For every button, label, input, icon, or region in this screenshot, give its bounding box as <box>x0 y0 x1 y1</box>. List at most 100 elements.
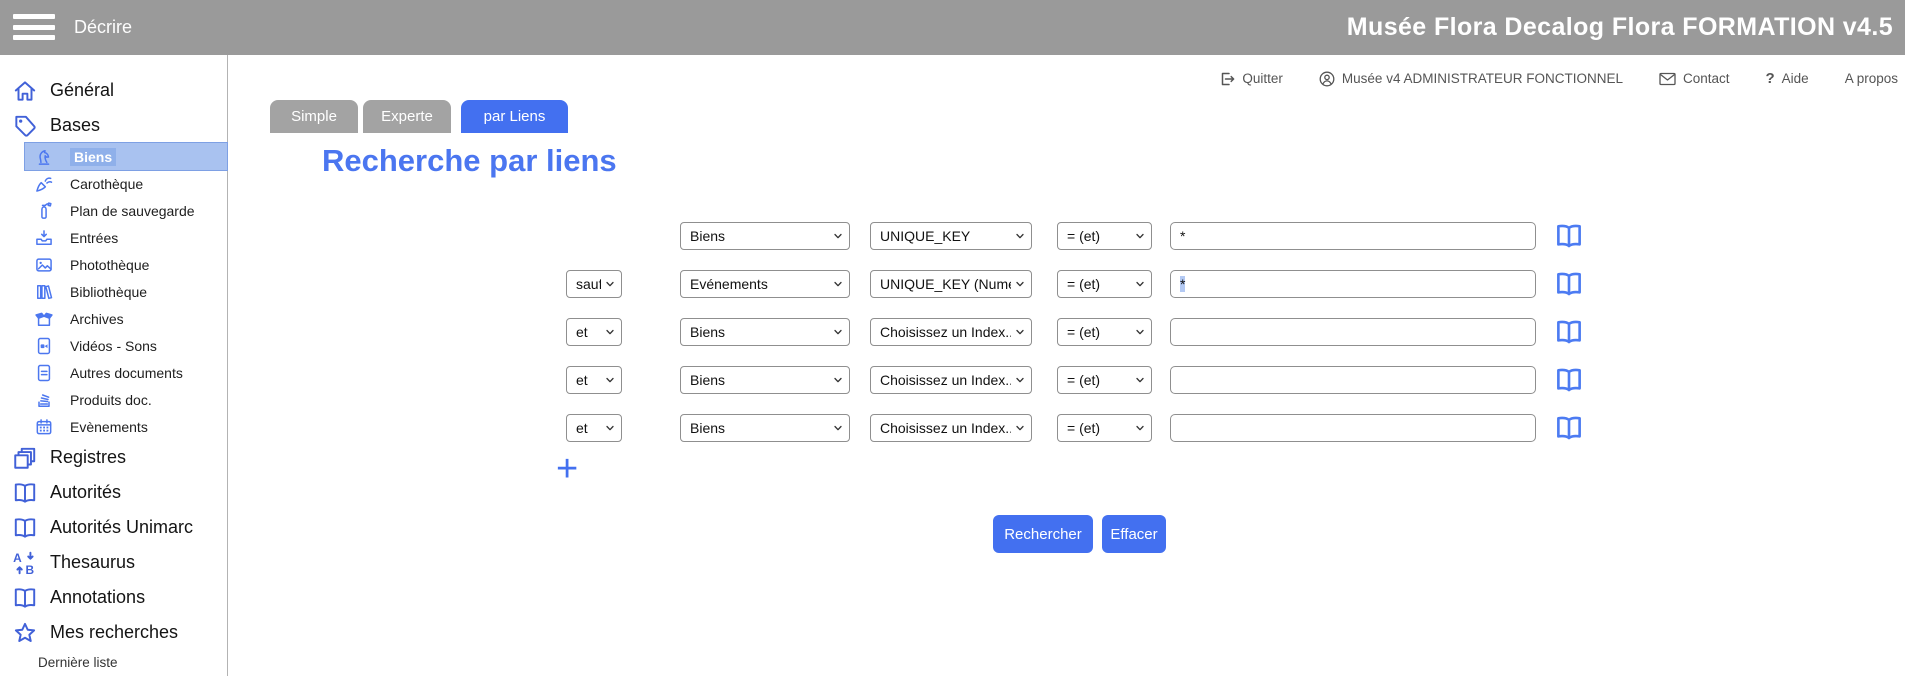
add-row-button[interactable]: + <box>556 450 578 488</box>
app-header: Décrire Musée Flora Decalog Flora FORMAT… <box>0 0 1905 55</box>
chevron-down-icon <box>605 375 615 385</box>
entity-select[interactable]: Biens <box>680 414 850 442</box>
index-lookup-book-icon[interactable] <box>1552 365 1586 395</box>
operator-select[interactable]: et <box>566 414 622 442</box>
entity-select-value: Biens <box>690 324 829 340</box>
apropos-label: A propos <box>1845 71 1898 86</box>
sidebar-item-annotations[interactable]: Annotations <box>0 580 227 615</box>
chevron-down-icon <box>833 231 843 241</box>
user-label: Musée v4 ADMINISTRATEUR FONCTIONNEL <box>1342 71 1623 86</box>
user-icon <box>1319 71 1335 87</box>
operator-select[interactable]: et <box>566 366 622 394</box>
index-select-value: UNIQUE_KEY <box>880 228 1011 244</box>
page-title: Recherche par liens <box>322 143 617 179</box>
sidebar-item-registres[interactable]: Registres <box>0 440 227 475</box>
operator-select-value: et <box>576 372 601 388</box>
envelope-icon <box>1659 72 1676 86</box>
svg-text:A: A <box>13 550 22 564</box>
aide-link[interactable]: ? Aide <box>1766 70 1809 87</box>
index-select[interactable]: Choisissez un Index... <box>870 414 1032 442</box>
chevron-down-icon <box>833 279 843 289</box>
hamburger-menu-icon[interactable] <box>13 14 55 46</box>
comparator-select[interactable]: = (et) <box>1057 318 1152 346</box>
sidebar-item-biens[interactable]: Biens <box>25 143 227 170</box>
operator-select[interactable]: et <box>566 318 622 346</box>
tab-par-liens[interactable]: par Liens <box>461 100 568 133</box>
search-value-input[interactable] <box>1170 366 1536 394</box>
index-select[interactable]: UNIQUE_KEY (Numérique) <box>870 270 1032 298</box>
open-book-icon <box>12 515 38 541</box>
open-book-icon <box>12 480 38 506</box>
index-select[interactable]: UNIQUE_KEY <box>870 222 1032 250</box>
entity-select-value: Biens <box>690 372 829 388</box>
sidebar-item-autorites[interactable]: Autorités <box>0 475 227 510</box>
chevron-down-icon <box>833 327 843 337</box>
sidebar-item-general[interactable]: Général <box>0 73 227 108</box>
search-value-input[interactable] <box>1170 318 1536 346</box>
index-select[interactable]: Choisissez un Index... <box>870 366 1032 394</box>
search-criteria-row: et Biens Choisissez un Index... = (et) <box>0 318 1905 346</box>
sidebar-item-derniere-liste[interactable]: Dernière liste <box>0 650 227 675</box>
comparator-select[interactable]: = (et) <box>1057 414 1152 442</box>
chevron-down-icon <box>605 423 615 433</box>
sidebar-item-bases[interactable]: Bases <box>0 108 227 143</box>
search-mode-tabs: SimpleExperte par Liens <box>270 100 568 133</box>
chevron-down-icon <box>605 279 615 289</box>
search-value-input[interactable] <box>1170 414 1536 442</box>
user-account[interactable]: Musée v4 ADMINISTRATEUR FONCTIONNEL <box>1319 71 1623 87</box>
entity-select-value: Biens <box>690 228 829 244</box>
index-select-value: Choisissez un Index... <box>880 420 1011 436</box>
tag-icon <box>12 113 38 139</box>
comparator-select-value: = (et) <box>1067 276 1131 292</box>
effacer-button[interactable]: Effacer <box>1102 515 1166 553</box>
search-value-input[interactable]: * <box>1170 222 1536 250</box>
sidebar-item-label: Registres <box>50 447 126 468</box>
chevron-down-icon <box>1135 279 1145 289</box>
entity-select[interactable]: Biens <box>680 318 850 346</box>
sidebar-item-plan-de-sauvegarde[interactable]: Plan de sauvegarde <box>0 197 227 224</box>
sidebar-item-carotheque[interactable]: Carothèque <box>0 170 227 197</box>
rechercher-button[interactable]: Rechercher <box>993 515 1093 553</box>
contact-label: Contact <box>1683 71 1730 86</box>
comparator-select[interactable]: = (et) <box>1057 366 1152 394</box>
index-select[interactable]: Choisissez un Index... <box>870 318 1032 346</box>
quitter-link[interactable]: Quitter <box>1219 71 1283 87</box>
entity-select[interactable]: Biens <box>680 222 850 250</box>
sidebar-item-thesaurus[interactable]: ABThesaurus <box>0 545 227 580</box>
comparator-select[interactable]: = (et) <box>1057 222 1152 250</box>
operator-select[interactable]: sauf <box>566 270 622 298</box>
chevron-down-icon <box>833 375 843 385</box>
index-lookup-book-icon[interactable] <box>1552 221 1586 251</box>
chevron-down-icon <box>833 423 843 433</box>
index-select-value: UNIQUE_KEY (Numérique) <box>880 276 1011 292</box>
copies-icon <box>12 445 38 471</box>
tab-simple[interactable]: Simple <box>270 100 358 133</box>
index-lookup-book-icon[interactable] <box>1552 413 1586 443</box>
index-select-value: Choisissez un Index... <box>880 324 1011 340</box>
contact-link[interactable]: Contact <box>1659 71 1730 86</box>
sidebar-item-label: Général <box>50 80 114 101</box>
search-criteria-row: sauf Evénements UNIQUE_KEY (Numérique) = (e… <box>0 270 1905 298</box>
entity-select[interactable]: Evénements <box>680 270 850 298</box>
star-icon <box>12 620 38 646</box>
chevron-down-icon <box>1015 279 1025 289</box>
sidebar-item-mes-recherches[interactable]: Mes recherches <box>0 615 227 650</box>
index-lookup-book-icon[interactable] <box>1552 269 1586 299</box>
entity-select-value: Biens <box>690 420 829 436</box>
comparator-select[interactable]: = (et) <box>1057 270 1152 298</box>
search-value-input[interactable]: * <box>1170 270 1536 298</box>
search-criteria-row: Biens UNIQUE_KEY = (et) * <box>0 222 1905 250</box>
chevron-down-icon <box>1135 327 1145 337</box>
chevron-down-icon <box>605 327 615 337</box>
chevron-down-icon <box>1015 327 1025 337</box>
index-lookup-book-icon[interactable] <box>1552 317 1586 347</box>
session-toolbar: Quitter Musée v4 ADMINISTRATEUR FONCTION… <box>1219 70 1898 87</box>
chevron-down-icon <box>1135 423 1145 433</box>
apropos-link[interactable]: A propos <box>1845 71 1898 86</box>
entity-select[interactable]: Biens <box>680 366 850 394</box>
tab-experte[interactable]: Experte <box>363 100 451 133</box>
sidebar-item-autorites-unimarc[interactable]: Autorités Unimarc <box>0 510 227 545</box>
carrot-icon <box>34 174 54 194</box>
sidebar-item-label: Biens <box>70 148 116 166</box>
search-criteria-row: et Biens Choisissez un Index... = (et) <box>0 414 1905 442</box>
